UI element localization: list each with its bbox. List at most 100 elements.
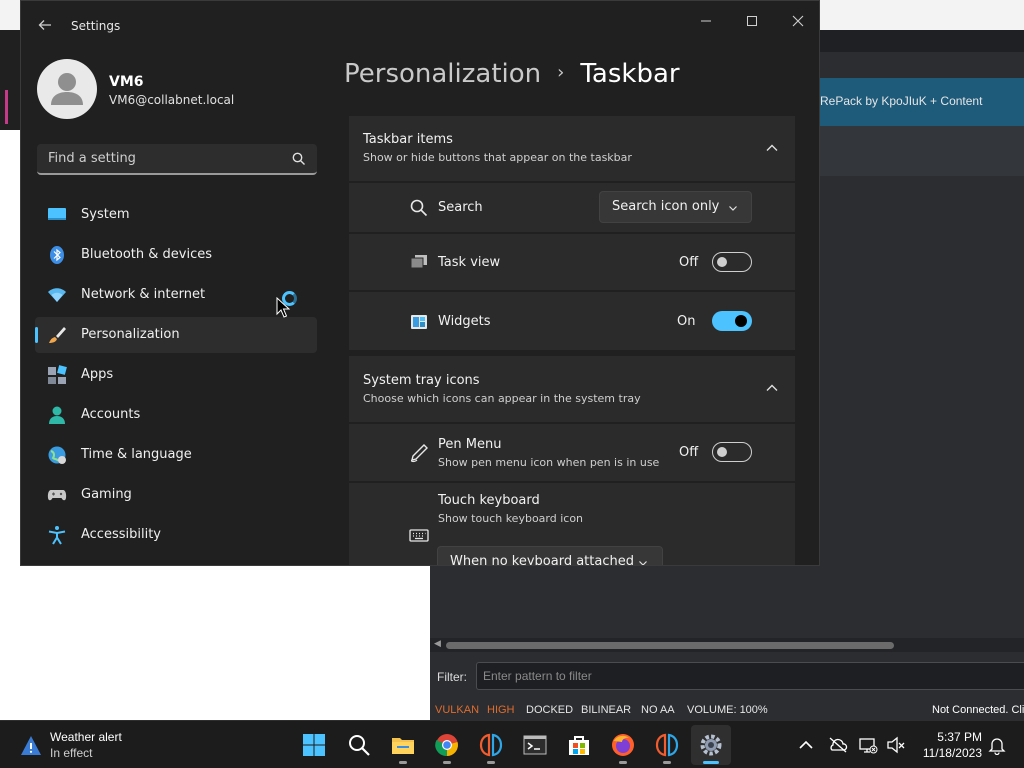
start-icon [303,734,325,756]
sidebar-item-network[interactable]: Network & internet [35,277,317,313]
sidebar-item-system[interactable]: System [35,197,317,233]
settings-icon [700,734,722,756]
taskbar-firefox[interactable] [603,725,643,765]
status-bilinear[interactable]: BILINEAR [581,704,631,716]
notification-bell-icon[interactable] [987,735,1007,755]
taskbar-yuzu-2[interactable] [647,725,687,765]
dropdown-value: Search icon only [612,199,720,214]
sidebar-item-label: Accessibility [81,527,161,542]
maximize-button[interactable] [729,7,775,35]
status-volume[interactable]: VOLUME: 100% [687,704,768,716]
task-view-toggle[interactable] [712,252,752,272]
emulator-statusbar: VULKAN HIGH DOCKED BILINEAR NO AA VOLUME… [430,700,1024,720]
pen-menu-state: Off [679,445,699,460]
terminal-icon [523,735,547,755]
sidebar-item-label: Bluetooth & devices [81,247,212,262]
chevron-down-icon [639,561,647,565]
weather-title: Weather alert [50,730,122,744]
gamepad-icon [47,490,67,501]
close-button[interactable] [775,7,819,35]
onedrive-offline-icon[interactable] [828,735,848,755]
taskbar-file-explorer[interactable] [383,725,423,765]
yuzu-icon [655,733,679,757]
taskbar-yuzu[interactable] [471,725,511,765]
desktop-area [0,566,430,720]
selected-indicator [35,327,38,343]
search-icon [410,199,428,217]
sidebar-item-gaming[interactable]: Gaming [35,477,317,513]
user-icon [51,73,83,105]
taskbar-store[interactable] [559,725,599,765]
apps-icon [48,365,67,384]
search-mode-dropdown[interactable]: Search icon only [599,191,752,223]
widgets-state: On [677,314,696,329]
avatar[interactable] [37,59,97,119]
status-no-aa[interactable]: NO AA [641,704,675,716]
yuzu-icon [479,733,503,757]
task-view-label: Task view [438,255,501,270]
maximize-icon [747,16,757,26]
task-view-row: Task view Off [349,234,795,290]
status-high[interactable]: HIGH [487,704,515,716]
task-view-state: Off [679,255,699,270]
sidebar-item-label: Apps [81,367,114,382]
section-subtitle: Show or hide buttons that appear on the … [363,151,632,164]
status-docked[interactable]: DOCKED [526,704,573,716]
widgets-toggle[interactable] [712,311,752,331]
search-placeholder: Find a setting [48,151,136,166]
section-title: System tray icons [363,373,480,388]
touch-keyboard-label: Touch keyboard [438,493,540,508]
sidebar-item-apps[interactable]: Apps [35,357,317,393]
game-list-row-text: RePack by KpoJIuK + Content [820,94,983,108]
sidebar-item-bluetooth[interactable]: Bluetooth & devices [35,237,317,273]
sidebar-item-personalization[interactable]: Personalization [35,317,317,353]
sidebar-item-time-language[interactable]: Time & language [35,437,317,473]
taskbar-settings[interactable] [691,725,731,765]
system-icon [48,208,66,220]
sidebar-item-accessibility[interactable]: Accessibility [35,517,317,553]
keyboard-icon [409,529,429,542]
network-disconnected-icon[interactable] [858,735,878,755]
search-setting-row: Search Search icon only [349,183,795,232]
game-list-row[interactable] [820,126,1024,176]
clock-date[interactable]: 11/18/2023 [914,746,982,760]
minimize-button[interactable] [683,7,729,35]
clock-time[interactable]: 5:37 PM [920,730,982,744]
page-title: Taskbar [580,59,680,89]
system-tray-header[interactable]: System tray icons Choose which icons can… [349,356,795,422]
breadcrumb-parent[interactable]: Personalization [344,59,541,89]
back-button[interactable] [33,13,57,37]
taskbar-items-header[interactable]: Taskbar items Show or hide buttons that … [349,116,795,181]
search-icon [292,152,305,165]
pen-menu-toggle[interactable] [712,442,752,462]
scroll-left-icon[interactable]: ◀ [434,639,441,649]
start-button[interactable] [294,725,334,765]
horizontal-scrollbar[interactable]: ◀ [430,638,1024,652]
sidebar-item-label: Gaming [81,487,132,502]
pen-menu-row: Pen Menu Show pen menu icon when pen is … [349,424,795,481]
taskbar-chrome[interactable] [427,725,467,765]
scrollbar-thumb[interactable] [446,642,894,649]
volume-muted-icon[interactable] [886,735,906,755]
filter-input[interactable]: Enter pattern to filter [476,662,1024,690]
user-name: VM6 [109,74,144,90]
chevron-up-icon[interactable] [796,735,816,755]
task-view-icon [410,255,427,269]
game-list-row-selected[interactable]: RePack by KpoJIuK + Content [820,78,1024,126]
sidebar-item-accounts[interactable]: Accounts [35,397,317,433]
find-setting-input[interactable]: Find a setting [37,144,317,175]
taskbar-terminal[interactable] [515,725,555,765]
weather-subtitle: In effect [50,746,93,760]
window-title: Settings [71,19,121,33]
breadcrumb: Personalization › Taskbar [344,59,680,89]
chevron-up-icon[interactable] [765,381,779,395]
taskbar-search-button[interactable] [339,725,379,765]
warning-icon [21,736,41,755]
touch-keyboard-dropdown[interactable]: When no keyboard attached [437,546,663,565]
filter-label: Filter: [437,670,467,684]
chevron-up-icon[interactable] [765,141,779,155]
touch-keyboard-row: Touch keyboard Show touch keyboard icon … [349,483,795,565]
settings-window: Settings VM6 VM6@collabnet.local Find a … [20,0,820,566]
pen-menu-sub: Show pen menu icon when pen is in use [438,456,660,469]
status-vulkan[interactable]: VULKAN [435,704,479,716]
